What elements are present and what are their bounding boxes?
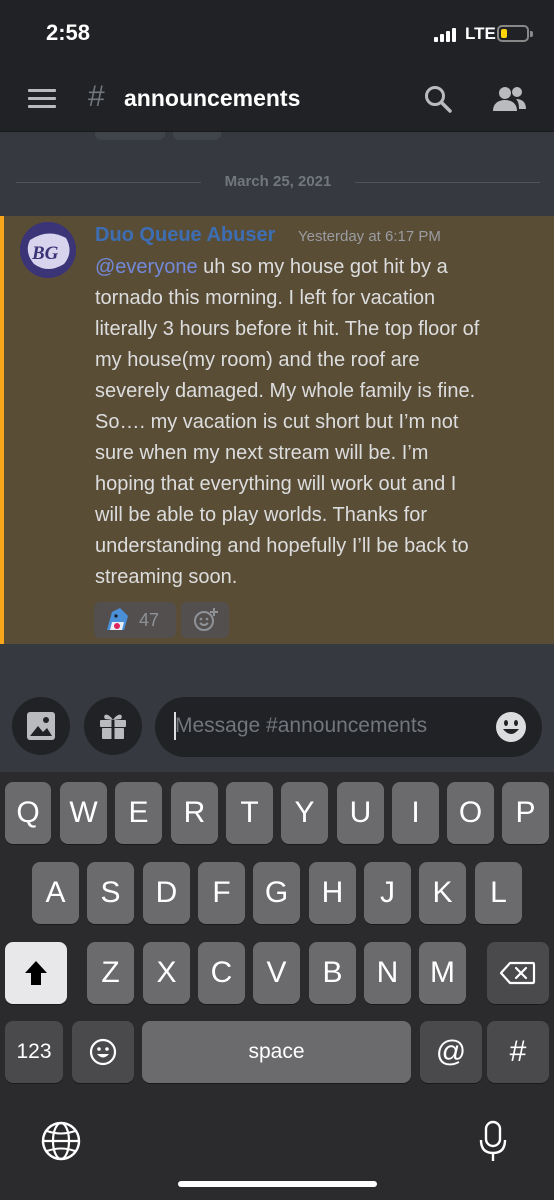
avatar-logo: BG — [20, 222, 76, 278]
previous-reaction[interactable] — [95, 132, 165, 140]
key-m[interactable]: M — [419, 942, 466, 1004]
key-o[interactable]: O — [447, 782, 494, 844]
keyboard-emoji-icon — [89, 1038, 117, 1066]
backspace-key[interactable] — [487, 942, 549, 1004]
key-i[interactable]: I — [392, 782, 439, 844]
key-r[interactable]: R — [171, 782, 218, 844]
message-line: literally 3 hours before it hit. The top… — [95, 318, 480, 340]
backspace-icon — [500, 961, 536, 985]
hash-key[interactable]: # — [487, 1021, 549, 1083]
gift-button[interactable] — [84, 697, 142, 755]
battery-icon — [497, 25, 533, 42]
key-j[interactable]: J — [364, 862, 411, 924]
globe-icon[interactable] — [40, 1120, 82, 1162]
channel-hash-icon: # — [88, 80, 105, 113]
signal-icon — [434, 28, 458, 42]
numbers-key[interactable]: 123 — [5, 1021, 63, 1083]
keyboard: Q W E R T Y U I O P A S D F G H J K L Z … — [0, 772, 554, 1200]
key-s[interactable]: S — [87, 862, 134, 924]
message-line: will be able to play worlds. Thanks for — [95, 504, 428, 526]
key-e[interactable]: E — [115, 782, 162, 844]
key-k[interactable]: K — [419, 862, 466, 924]
home-indicator[interactable] — [178, 1181, 377, 1187]
network-label: LTE — [465, 24, 496, 43]
key-f[interactable]: F — [198, 862, 245, 924]
message-line: my house(my room) and the roof are — [95, 349, 420, 371]
key-q[interactable]: Q — [5, 782, 51, 844]
key-h[interactable]: H — [309, 862, 356, 924]
key-w[interactable]: W — [60, 782, 107, 844]
key-n[interactable]: N — [364, 942, 411, 1004]
key-a[interactable]: A — [32, 862, 79, 924]
channel-title: announcements — [124, 85, 301, 111]
message-input-placeholder: Message #announcements — [175, 714, 428, 737]
attach-image-button[interactable] — [12, 697, 70, 755]
shift-icon — [25, 961, 47, 985]
key-l[interactable]: L — [475, 862, 522, 924]
add-reaction-button[interactable] — [181, 602, 229, 638]
at-key[interactable]: @ — [420, 1021, 482, 1083]
image-icon — [27, 712, 55, 740]
gift-icon — [100, 714, 126, 739]
key-u[interactable]: U — [337, 782, 384, 844]
key-d[interactable]: D — [143, 862, 190, 924]
key-b[interactable]: B — [309, 942, 356, 1004]
emoji-key[interactable] — [72, 1021, 134, 1083]
avatar[interactable]: BG — [20, 222, 76, 278]
message-list[interactable]: March 25, 2021 BG Duo Queue Abuser Yeste… — [0, 132, 554, 685]
reaction-button[interactable]: 47 — [94, 602, 176, 638]
status-bar: 2:58 LTE — [0, 0, 554, 64]
message-line: understanding and hopefully I’ll be back… — [95, 535, 469, 557]
message-line: sure when my next stream will be. I’m — [95, 442, 429, 464]
mic-icon[interactable] — [478, 1120, 508, 1164]
message-line: severely damaged. My whole family is fin… — [95, 380, 476, 402]
mention-everyone[interactable]: @everyone — [95, 256, 198, 278]
message-line: So…. my vacation is cut short but I’m no… — [95, 411, 459, 433]
previous-add-reaction[interactable] — [173, 132, 221, 140]
key-y[interactable]: Y — [281, 782, 328, 844]
shift-key[interactable] — [5, 942, 67, 1004]
members-icon[interactable] — [492, 84, 528, 114]
date-divider-text: March 25, 2021 — [224, 173, 332, 190]
emoji-icon[interactable] — [495, 711, 527, 743]
add-reaction-icon — [194, 608, 218, 631]
reaction-count: 47 — [139, 610, 160, 630]
message-content: @everyone uh so my house got hit by a to… — [95, 252, 535, 593]
key-p[interactable]: P — [502, 782, 549, 844]
message-composer: Message #announcements — [0, 685, 554, 772]
svg-text:BG: BG — [31, 243, 59, 264]
space-key[interactable]: space — [142, 1021, 411, 1083]
key-z[interactable]: Z — [87, 942, 134, 1004]
message-line: hoping that everything will work out and… — [95, 473, 457, 495]
message-line: streaming soon. — [95, 566, 238, 588]
message-author[interactable]: Duo Queue Abuser — [95, 224, 275, 247]
message-line: tornado this morning. I left for vacatio… — [95, 287, 436, 309]
search-icon[interactable] — [423, 84, 453, 114]
key-t[interactable]: T — [226, 782, 273, 844]
key-x[interactable]: X — [143, 942, 190, 1004]
key-c[interactable]: C — [198, 942, 245, 1004]
hamburger-icon[interactable] — [28, 89, 56, 109]
key-v[interactable]: V — [253, 942, 300, 1004]
shark-emoji-icon — [107, 608, 128, 630]
message-input[interactable]: Message #announcements — [155, 697, 542, 757]
channel-header: # announcements — [0, 64, 554, 132]
key-g[interactable]: G — [253, 862, 300, 924]
message-timestamp: Yesterday at 6:17 PM — [298, 228, 441, 245]
status-time: 2:58 — [46, 20, 91, 45]
message-line: uh so my house got hit by a — [197, 256, 448, 278]
date-divider: March 25, 2021 — [16, 170, 540, 194]
highlighted-message[interactable]: BG Duo Queue Abuser Yesterday at 6:17 PM… — [0, 216, 554, 644]
